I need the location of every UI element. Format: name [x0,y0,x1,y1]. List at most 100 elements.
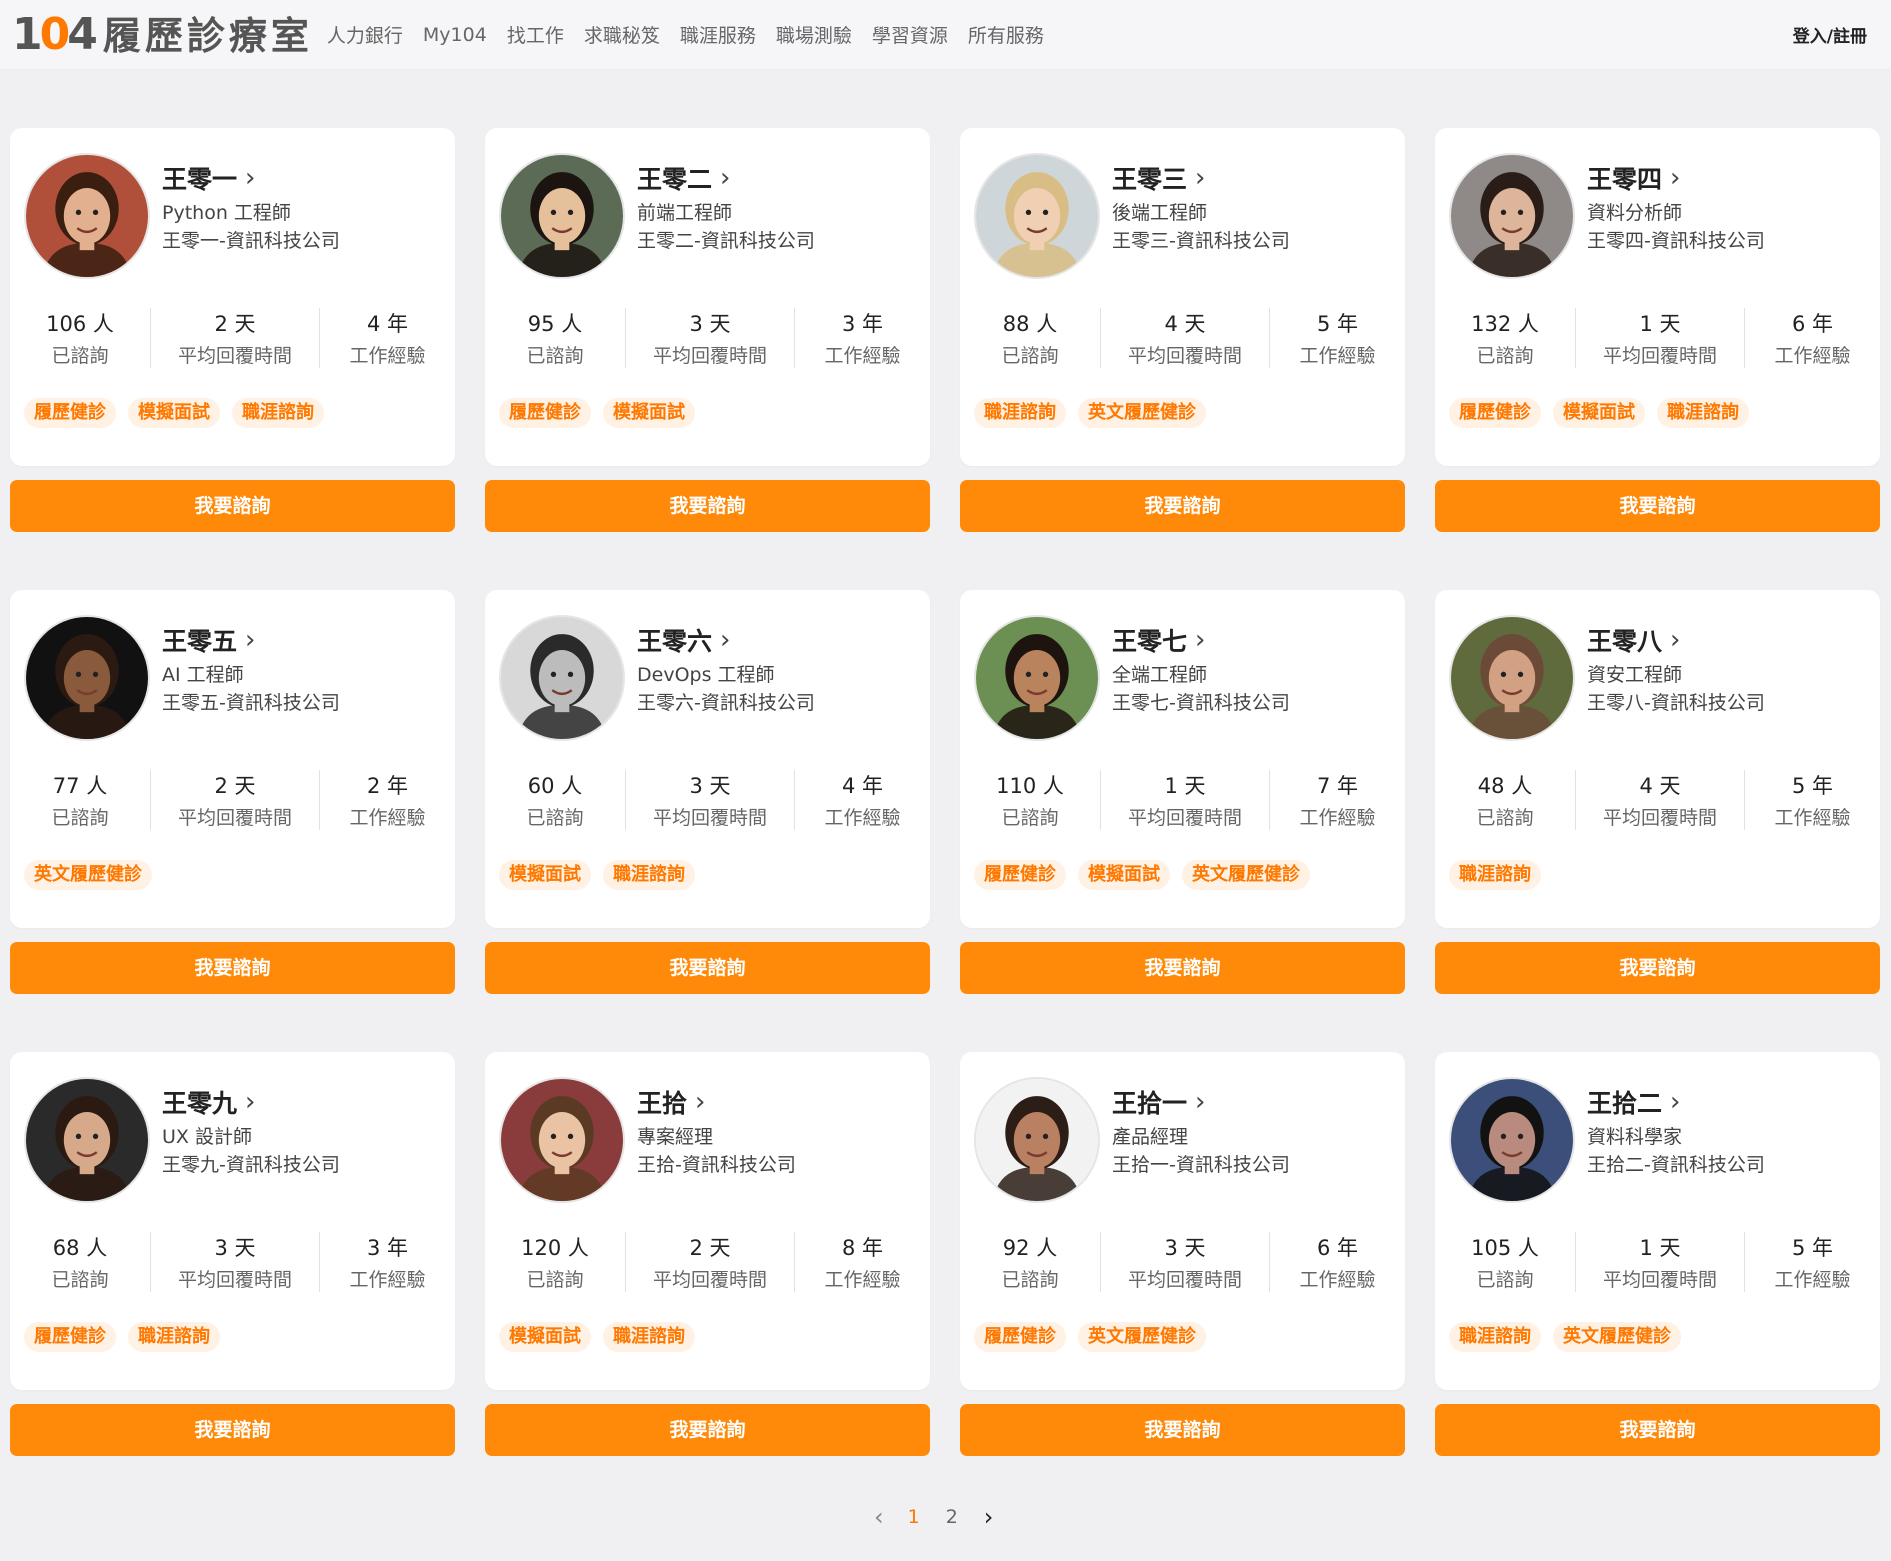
consult-button[interactable]: 我要諮詢 [1435,480,1880,532]
consultant-card[interactable]: 王拾 › 專案經理 王拾-資訊科技公司 120 人 已諮詢 2 天 平均回覆時間… [485,1052,930,1390]
chevron-right-icon: › [1670,1087,1681,1117]
avatar[interactable] [24,615,150,741]
chevron-right-icon: › [245,625,256,655]
avatar-portrait-icon [1451,1079,1573,1201]
consult-button[interactable]: 我要諮詢 [10,1404,455,1456]
avatar[interactable] [974,153,1100,279]
consultant-card[interactable]: 王零二 › 前端工程師 王零二-資訊科技公司 95 人 已諮詢 3 天 平均回覆… [485,128,930,466]
consultant-name-link[interactable]: 王零八 › [1587,622,1680,658]
nav-link-find-job[interactable]: 找工作 [507,21,564,48]
consult-button[interactable]: 我要諮詢 [1435,1404,1880,1456]
consults-value: 48 人 [1477,774,1533,798]
nav-link-workplace-test[interactable]: 職場測驗 [776,21,852,48]
consultant-name: 王零三 [1112,165,1188,194]
consult-button[interactable]: 我要諮詢 [485,1404,930,1456]
consult-button[interactable]: 我要諮詢 [10,480,455,532]
prev-page-icon[interactable]: ‹ [874,1503,884,1531]
consultant-card[interactable]: 王零六 › DevOps 工程師 王零六-資訊科技公司 60 人 已諮詢 3 天… [485,590,930,928]
consult-button[interactable]: 我要諮詢 [960,942,1405,994]
consultant-name-link[interactable]: 王拾一 › [1112,1084,1205,1120]
stat-experience: 8 年 工作經驗 [795,1232,930,1292]
stats-row: 48 人 已諮詢 4 天 平均回覆時間 5 年 工作經驗 [1435,770,1880,830]
avatar[interactable] [24,153,150,279]
stat-reply-time: 4 天 平均回覆時間 [1100,308,1270,368]
avatar[interactable] [499,1077,625,1203]
consultant-card[interactable]: 王拾二 › 資料科學家 王拾二-資訊科技公司 105 人 已諮詢 1 天 平均回… [1435,1052,1880,1390]
chevron-right-icon: › [1195,1087,1206,1117]
consult-button[interactable]: 我要諮詢 [960,1404,1405,1456]
consultant-card[interactable]: 王零九 › UX 設計師 王零九-資訊科技公司 68 人 已諮詢 3 天 平均回… [10,1052,455,1390]
consultant-name-link[interactable]: 王零五 › [162,622,255,658]
consultant-card[interactable]: 王零一 › Python 工程師 王零一-資訊科技公司 106 人 已諮詢 2 … [10,128,455,466]
nav-link-my104[interactable]: My104 [423,24,487,46]
consults-label: 已諮詢 [1476,1269,1534,1291]
stat-consults: 77 人 已諮詢 [10,770,150,830]
nav-link-all-services[interactable]: 所有服務 [968,21,1044,48]
consultant-name: 王拾一 [1112,1089,1188,1118]
stats-row: 88 人 已諮詢 4 天 平均回覆時間 5 年 工作經驗 [960,308,1405,368]
reply-label: 平均回覆時間 [177,1269,292,1291]
consultant-card[interactable]: 王零五 › AI 工程師 王零五-資訊科技公司 77 人 已諮詢 2 天 平均回… [10,590,455,928]
stat-experience: 4 年 工作經驗 [320,308,455,368]
consultant-name-link[interactable]: 王拾二 › [1587,1084,1680,1120]
consultant-name-link[interactable]: 王零一 › [162,160,255,196]
consultant-card[interactable]: 王拾一 › 產品經理 王拾一-資訊科技公司 92 人 已諮詢 3 天 平均回覆時… [960,1052,1405,1390]
nav-link-learning[interactable]: 學習資源 [872,21,948,48]
avatar[interactable] [974,1077,1100,1203]
avatar[interactable] [974,615,1100,741]
consultant-card[interactable]: 王零三 › 後端工程師 王零三-資訊科技公司 88 人 已諮詢 4 天 平均回覆… [960,128,1405,466]
consultant-name-link[interactable]: 王零六 › [637,622,730,658]
consult-button[interactable]: 我要諮詢 [1435,942,1880,994]
stat-experience: 3 年 工作經驗 [320,1232,455,1292]
experience-value: 5 年 [1791,1236,1834,1260]
reply-label: 平均回覆時間 [1127,345,1242,367]
consultant-card[interactable]: 王零七 › 全端工程師 王零七-資訊科技公司 110 人 已諮詢 1 天 平均回… [960,590,1405,928]
nav-link-job-tips[interactable]: 求職秘笈 [584,21,660,48]
experience-value: 5 年 [1316,312,1359,336]
nav-link-hr-bank[interactable]: 人力銀行 [327,21,403,48]
reply-value: 4 天 [1164,312,1206,336]
consults-label: 已諮詢 [1476,807,1534,829]
next-page-icon[interactable]: › [984,1503,994,1531]
stat-reply-time: 3 天 平均回覆時間 [150,1232,320,1292]
consultant-name-link[interactable]: 王零三 › [1112,160,1205,196]
avatar[interactable] [1449,1077,1575,1203]
logo-number: 104 [12,8,98,60]
consultant-cell: 王拾二 › 資料科學家 王拾二-資訊科技公司 105 人 已諮詢 1 天 平均回… [1435,1052,1880,1456]
consultant-name-link[interactable]: 王零四 › [1587,160,1680,196]
consults-value: 60 人 [527,774,583,798]
consults-label: 已諮詢 [1476,345,1534,367]
avatar[interactable] [1449,153,1575,279]
consult-button[interactable]: 我要諮詢 [485,480,930,532]
reply-value: 4 天 [1639,774,1681,798]
page-2-link[interactable]: 2 [946,1506,958,1528]
consultant-name-link[interactable]: 王零七 › [1112,622,1205,658]
avatar[interactable] [499,153,625,279]
avatar[interactable] [24,1077,150,1203]
stats-row: 68 人 已諮詢 3 天 平均回覆時間 3 年 工作經驗 [10,1232,455,1292]
consultant-name-link[interactable]: 王拾 › [637,1084,705,1120]
consult-button[interactable]: 我要諮詢 [485,942,930,994]
service-tag: 職涯諮詢 [603,1322,695,1352]
consult-button[interactable]: 我要諮詢 [10,942,455,994]
experience-label: 工作經驗 [1774,1269,1851,1291]
company-name: 王零五-資訊科技公司 [162,692,340,714]
consultant-card[interactable]: 王零四 › 資料分析師 王零四-資訊科技公司 132 人 已諮詢 1 天 平均回… [1435,128,1880,466]
stat-reply-time: 4 天 平均回覆時間 [1575,770,1745,830]
stat-reply-time: 3 天 平均回覆時間 [1100,1232,1270,1292]
reply-value: 3 天 [689,774,731,798]
nav-link-career-service[interactable]: 職涯服務 [680,21,756,48]
consultant-name-link[interactable]: 王零九 › [162,1084,255,1120]
avatar[interactable] [1449,615,1575,741]
site-logo[interactable]: 104 履歷診療室 [12,8,313,60]
avatar[interactable] [499,615,625,741]
page-1-link[interactable]: 1 [908,1506,920,1528]
consultant-card[interactable]: 王零八 › 資安工程師 王零八-資訊科技公司 48 人 已諮詢 4 天 平均回覆… [1435,590,1880,928]
login-register-link[interactable]: 登入/註冊 [1793,22,1867,47]
reply-value: 2 天 [214,774,256,798]
consultant-cell: 王零七 › 全端工程師 王零七-資訊科技公司 110 人 已諮詢 1 天 平均回… [960,590,1405,994]
consult-button[interactable]: 我要諮詢 [960,480,1405,532]
stat-reply-time: 2 天 平均回覆時間 [150,308,320,368]
company-name: 王零八-資訊科技公司 [1587,692,1765,714]
consultant-name-link[interactable]: 王零二 › [637,160,730,196]
